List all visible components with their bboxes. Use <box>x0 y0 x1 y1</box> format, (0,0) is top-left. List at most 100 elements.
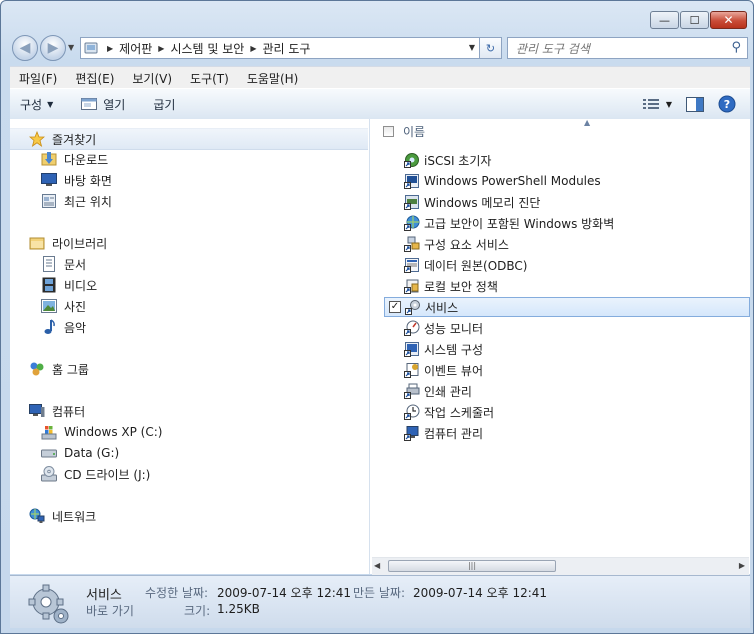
system-configuration-shortcut-icon <box>403 341 421 357</box>
sidebar-item-documents[interactable]: 문서 <box>40 254 86 274</box>
open-button[interactable]: 열기 <box>71 96 135 113</box>
menu-bar: 파일(F) 편집(E) 보기(V) 도구(T) 도움말(H) <box>10 66 750 89</box>
cd-drive-icon <box>40 466 58 482</box>
file-item-label: Windows PowerShell Modules <box>424 174 601 188</box>
file-item-system-configuration[interactable]: 시스템 구성 <box>386 339 748 359</box>
downloads-folder-icon <box>40 151 58 167</box>
change-view-button[interactable]: ▼ <box>642 98 672 110</box>
sidebar-item-label: 컴퓨터 <box>52 404 86 419</box>
file-item-event-viewer[interactable]: 이벤트 뷰어 <box>386 360 748 380</box>
details-item-type: 바로 가기 <box>86 604 134 618</box>
sidebar-item-label: 최근 위치 <box>64 194 112 209</box>
sort-ascending-icon: ▲ <box>584 118 591 127</box>
content-area: 즐겨찾기 다운로드 바탕 화면 최근 위치 라이브러리 문서 비디오 사진 음악… <box>10 118 750 575</box>
file-item-print-management[interactable]: 인쇄 관리 <box>386 381 748 401</box>
maximize-button[interactable]: ☐ <box>680 11 709 29</box>
homegroup-icon <box>28 361 46 377</box>
details-modified-key: 수정한 날짜: <box>145 586 209 600</box>
sidebar-item-videos[interactable]: 비디오 <box>40 275 97 295</box>
back-button[interactable]: ◀ <box>12 35 38 61</box>
close-button[interactable]: ✕ <box>710 11 747 29</box>
sidebar-item-label: 사진 <box>64 299 87 314</box>
address-history-dropdown[interactable]: ▼ <box>469 43 475 52</box>
sidebar-item-music[interactable]: 음악 <box>40 317 86 337</box>
breadcrumb-item[interactable]: 관리 도구 <box>262 40 310 57</box>
file-item-label: 시스템 구성 <box>424 342 484 357</box>
file-item-label: 데이터 원본(ODBC) <box>424 258 528 273</box>
file-item-label: 서비스 <box>425 300 459 315</box>
document-icon <box>40 256 58 272</box>
open-window-icon <box>81 98 98 110</box>
sidebar-item-favorites[interactable]: 즐겨찾기 <box>10 128 368 150</box>
scrollbar-thumb[interactable]: ||| <box>388 560 556 572</box>
sidebar-item-label: 라이브러리 <box>52 236 108 251</box>
search-icon[interactable]: ⚲ <box>731 40 741 55</box>
title-bar: — ☐ ✕ <box>1 1 753 33</box>
menu-edit[interactable]: 편집(E) <box>66 70 123 87</box>
sidebar-item-computer[interactable]: 컴퓨터 <box>28 401 85 421</box>
sidebar-item-drive-j[interactable]: CD 드라이브 (J:) <box>40 464 150 484</box>
sidebar-item-homegroup[interactable]: 홈 그룹 <box>28 359 89 379</box>
breadcrumb-separator[interactable]: ▶ <box>250 44 256 53</box>
sidebar-item-recent-places[interactable]: 최근 위치 <box>40 191 112 211</box>
sidebar-item-drive-c[interactable]: Windows XP (C:) <box>40 422 162 442</box>
file-item-label: Windows 메모리 진단 <box>424 195 541 210</box>
sidebar-item-label: 즐겨찾기 <box>52 132 97 147</box>
powershell-shortcut-icon <box>403 173 421 189</box>
help-button[interactable]: ? <box>718 95 736 113</box>
address-bar[interactable]: ▶ 제어판 ▶ 시스템 및 보안 ▶ 관리 도구 ▼ <box>80 37 480 59</box>
file-item-memory-diagnostic[interactable]: Windows 메모리 진단 <box>386 192 748 212</box>
star-icon <box>28 131 46 147</box>
breadcrumb-item[interactable]: 제어판 <box>119 40 152 57</box>
file-item-computer-management[interactable]: 컴퓨터 관리 <box>386 423 748 443</box>
burn-button[interactable]: 굽기 <box>143 96 185 113</box>
sidebar-item-downloads[interactable]: 다운로드 <box>40 149 108 169</box>
select-all-checkbox[interactable] <box>383 125 394 137</box>
column-header-name[interactable]: 이름 <box>403 123 425 140</box>
sidebar-item-drive-g[interactable]: Data (G:) <box>40 443 119 463</box>
file-item-component-services[interactable]: 구성 요소 서비스 <box>386 234 748 254</box>
preview-pane-button[interactable] <box>686 96 704 112</box>
organize-button[interactable]: 구성 ▼ <box>10 96 63 113</box>
details-created-key: 만든 날짜: <box>353 586 406 600</box>
firewall-shortcut-icon <box>403 215 421 231</box>
sidebar-item-label: Windows XP (C:) <box>64 425 163 439</box>
minimize-button[interactable]: — <box>650 11 679 29</box>
preview-pane-icon <box>686 96 704 112</box>
horizontal-scrollbar[interactable]: ◀ ||| ▶ <box>372 557 749 575</box>
file-item-local-security-policy[interactable]: 로컬 보안 정책 <box>386 276 748 296</box>
file-item-label: 컴퓨터 관리 <box>424 426 484 441</box>
file-item-label: 고급 보안이 포함된 Windows 방화벽 <box>424 216 615 231</box>
sidebar-item-label: 네트워크 <box>52 509 97 524</box>
file-item-powershell[interactable]: Windows PowerShell Modules <box>386 171 748 191</box>
memory-diagnostic-shortcut-icon <box>403 194 421 210</box>
menu-help[interactable]: 도움말(H) <box>238 70 308 87</box>
sidebar-item-desktop[interactable]: 바탕 화면 <box>40 170 112 190</box>
menu-tools[interactable]: 도구(T) <box>181 70 238 87</box>
menu-view[interactable]: 보기(V) <box>123 70 181 87</box>
scroll-right-icon[interactable]: ▶ <box>739 561 745 570</box>
recent-pages-dropdown[interactable]: ▼ <box>68 43 74 52</box>
scroll-left-icon[interactable]: ◀ <box>374 561 380 570</box>
file-item-iscsi[interactable]: iSCSI 초기자 <box>386 150 748 170</box>
sidebar-item-pictures[interactable]: 사진 <box>40 296 86 316</box>
refresh-button[interactable]: ↻ <box>480 37 502 59</box>
recent-places-icon <box>40 193 58 209</box>
menu-file[interactable]: 파일(F) <box>10 70 66 87</box>
item-checkbox[interactable]: ✓ <box>389 301 401 313</box>
file-item-odbc[interactable]: 데이터 원본(ODBC) <box>386 255 748 275</box>
breadcrumb-item[interactable]: 시스템 및 보안 <box>170 40 244 57</box>
file-item-services[interactable]: ✓ 서비스 <box>384 297 750 317</box>
component-services-shortcut-icon <box>403 236 421 252</box>
sidebar-item-network[interactable]: 네트워크 <box>28 506 96 526</box>
sidebar-item-libraries[interactable]: 라이브러리 <box>28 233 107 253</box>
organize-label: 구성 <box>20 97 43 112</box>
search-input[interactable] <box>514 40 723 58</box>
forward-button[interactable]: ▶ <box>40 35 66 61</box>
file-item-performance-monitor[interactable]: 성능 모니터 <box>386 318 748 338</box>
breadcrumb-separator[interactable]: ▶ <box>158 44 164 53</box>
file-item-task-scheduler[interactable]: 작업 스케줄러 <box>386 402 748 422</box>
file-item-firewall[interactable]: 고급 보안이 포함된 Windows 방화벽 <box>386 213 748 233</box>
breadcrumb-separator[interactable]: ▶ <box>107 44 113 53</box>
search-box[interactable]: ⚲ <box>507 37 748 59</box>
